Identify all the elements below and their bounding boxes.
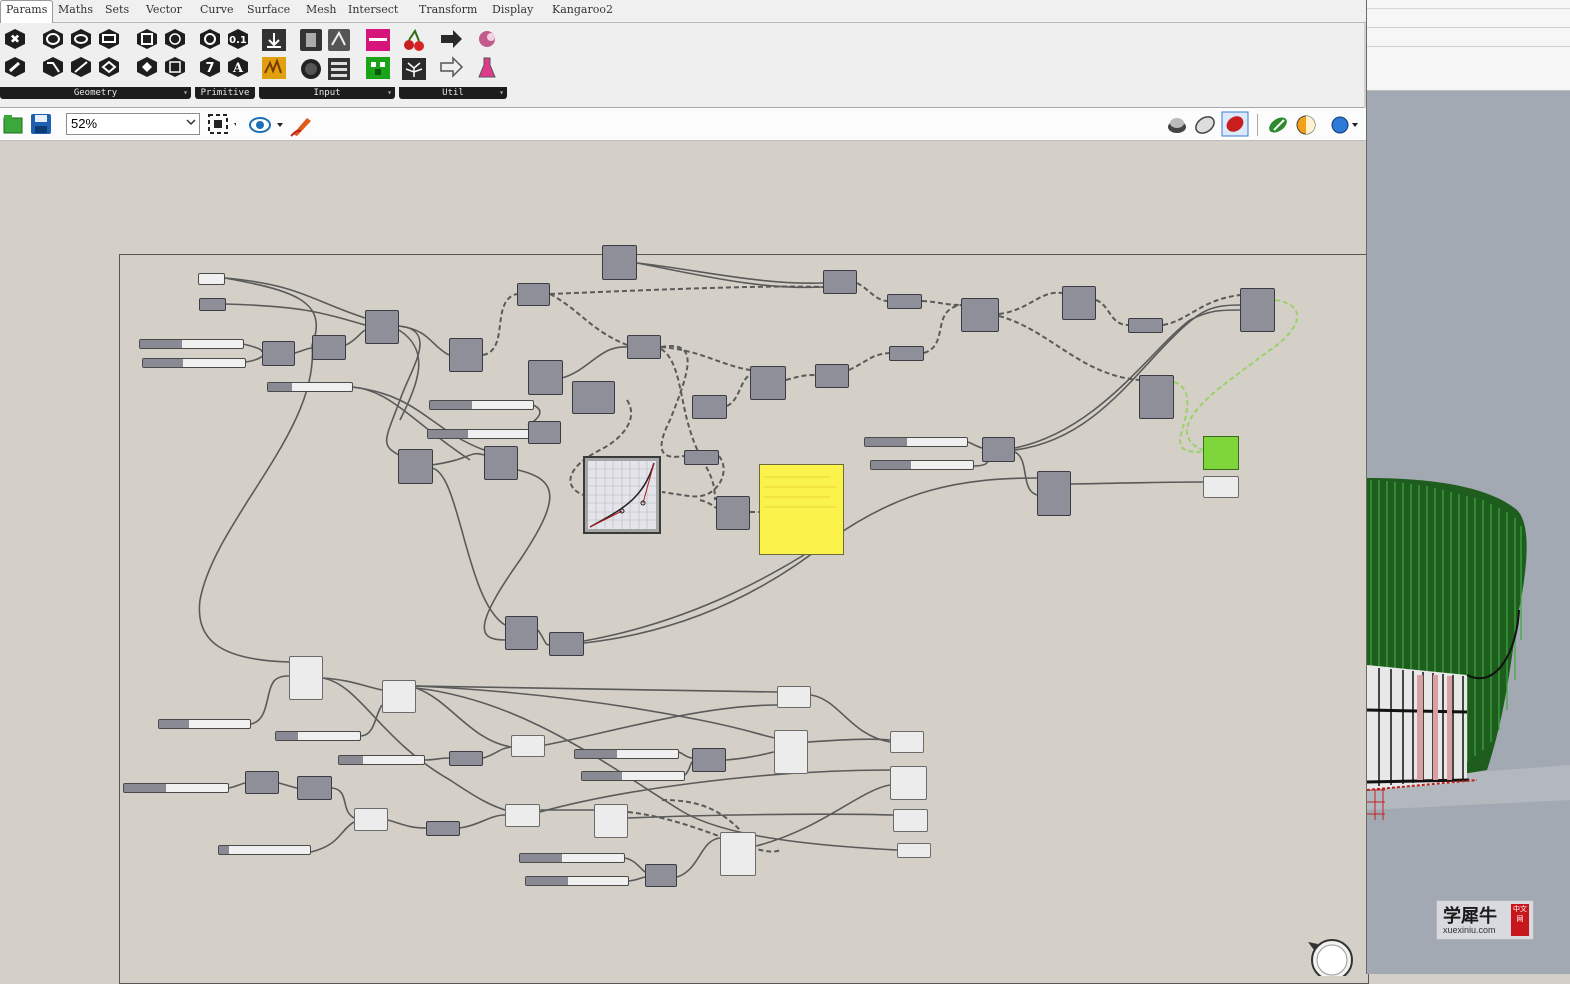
- graph-mapper-component[interactable]: [583, 456, 661, 534]
- panel-text-lines: [764, 476, 836, 508]
- param-node-white[interactable]: [893, 809, 928, 832]
- param-node-white[interactable]: [354, 808, 388, 831]
- number-slider[interactable]: [427, 429, 531, 439]
- param-node-white[interactable]: [594, 804, 628, 838]
- number-slider[interactable]: [870, 460, 974, 470]
- component-node[interactable]: [1128, 318, 1163, 333]
- component-node[interactable]: [449, 338, 483, 372]
- number-slider[interactable]: [275, 731, 361, 741]
- rhino-model-view: [1367, 478, 1570, 820]
- component-node[interactable]: [365, 310, 399, 344]
- param-node-white[interactable]: [382, 680, 416, 713]
- number-slider[interactable]: [218, 845, 311, 855]
- param-node-white[interactable]: [511, 735, 545, 757]
- number-slider[interactable]: [267, 382, 353, 392]
- component-node[interactable]: [449, 751, 483, 766]
- param-node-white[interactable]: [777, 686, 811, 708]
- number-slider[interactable]: [519, 853, 625, 863]
- canvas-wires: [198, 262, 1298, 882]
- canvas-navigation-compass-icon[interactable]: [1306, 934, 1358, 976]
- component-node[interactable]: [982, 437, 1015, 462]
- component-node[interactable]: [398, 449, 433, 484]
- grasshopper-window: Params Maths Sets Vector Curve Surface M…: [0, 0, 1369, 984]
- number-slider[interactable]: [864, 437, 968, 447]
- component-node[interactable]: [815, 364, 849, 388]
- param-node[interactable]: [199, 298, 226, 311]
- number-slider[interactable]: [123, 783, 229, 793]
- component-node[interactable]: [602, 245, 637, 280]
- component-node[interactable]: [262, 341, 295, 366]
- component-node[interactable]: [484, 446, 518, 480]
- number-slider[interactable]: [574, 749, 679, 759]
- param-node-white[interactable]: [890, 731, 924, 753]
- component-node[interactable]: [1037, 471, 1071, 516]
- site-watermark: 学犀牛 xuexiniu.com 中文网: [1436, 900, 1534, 940]
- rhino-toolbar-area: [1367, 0, 1570, 91]
- component-node[interactable]: [1062, 286, 1096, 320]
- number-slider[interactable]: [142, 358, 246, 368]
- component-node[interactable]: [297, 776, 332, 800]
- boolean-toggle[interactable]: [198, 273, 225, 285]
- component-node[interactable]: [961, 298, 999, 332]
- component-node[interactable]: [245, 771, 279, 794]
- number-slider[interactable]: [158, 719, 251, 729]
- component-node[interactable]: [627, 335, 661, 359]
- number-slider[interactable]: [338, 755, 425, 765]
- bezier-graph-icon: [588, 461, 656, 529]
- component-node[interactable]: [889, 346, 924, 361]
- geometry-param-node[interactable]: [1203, 476, 1239, 498]
- param-node-white[interactable]: [890, 766, 927, 800]
- text-panel[interactable]: [759, 464, 844, 555]
- component-node[interactable]: [528, 421, 561, 444]
- number-slider[interactable]: [429, 400, 534, 410]
- component-node[interactable]: [692, 395, 727, 419]
- component-node[interactable]: [312, 335, 346, 360]
- component-node[interactable]: [528, 360, 563, 395]
- component-node[interactable]: [887, 294, 922, 309]
- component-node[interactable]: [692, 748, 726, 772]
- param-node-white[interactable]: [505, 804, 540, 827]
- param-node-white[interactable]: [897, 843, 931, 858]
- component-node[interactable]: [426, 821, 460, 836]
- component-node[interactable]: [716, 496, 750, 530]
- number-slider[interactable]: [581, 771, 685, 781]
- param-node-white[interactable]: [774, 730, 808, 774]
- watermark-badge: 中文网: [1511, 904, 1529, 936]
- component-node[interactable]: [505, 616, 538, 650]
- component-node[interactable]: [549, 632, 584, 656]
- component-node[interactable]: [684, 450, 719, 465]
- component-node[interactable]: [572, 381, 615, 414]
- component-node[interactable]: [750, 366, 786, 400]
- number-slider[interactable]: [525, 876, 629, 886]
- watermark-url: xuexiniu.com: [1443, 925, 1496, 935]
- param-node-white[interactable]: [720, 832, 756, 876]
- component-node[interactable]: [823, 270, 857, 294]
- rhino-viewport[interactable]: [1366, 0, 1570, 974]
- component-node[interactable]: [1139, 375, 1174, 419]
- param-node-white[interactable]: [289, 656, 323, 700]
- component-node[interactable]: [1240, 288, 1275, 332]
- component-node[interactable]: [645, 864, 677, 887]
- component-node[interactable]: [517, 283, 550, 306]
- number-slider[interactable]: [139, 339, 244, 349]
- selected-geometry-param[interactable]: [1203, 436, 1239, 470]
